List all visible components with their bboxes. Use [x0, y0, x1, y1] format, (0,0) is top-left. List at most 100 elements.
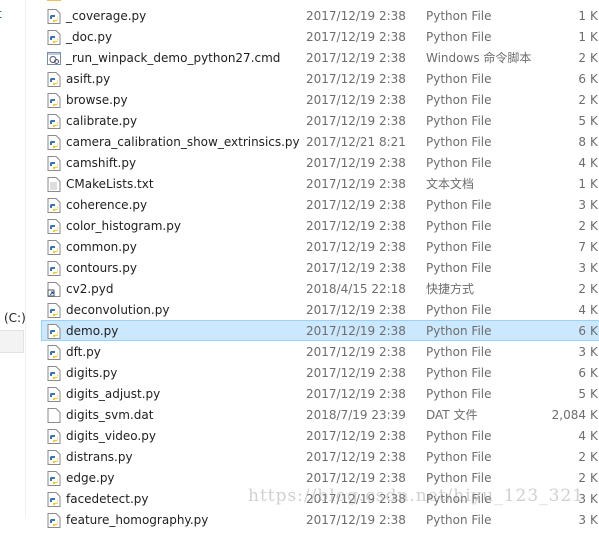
file-row[interactable]: deconvolution.py 2017/12/19 2:38 Python Fi… — [41, 299, 599, 320]
file-size-unit: K — [590, 345, 598, 359]
file-date: 2017/12/19 2:38 — [306, 303, 406, 317]
file-row[interactable]: color_histogram.py 2017/12/19 2:38 Python … — [41, 215, 599, 236]
file-row[interactable]: distrans.py 2017/12/19 2:38 Python File 2 K — [41, 446, 599, 467]
python-file-icon — [47, 198, 61, 213]
file-row[interactable]: facedetect.py 2017/12/19 2:38 Python File 3… — [41, 488, 599, 509]
python-file-icon — [47, 345, 61, 360]
file-row[interactable]: camshift.py 2017/12/19 2:38 Python File 4 K — [41, 152, 599, 173]
file-type: Python File — [426, 492, 492, 506]
file-size: 5 — [578, 114, 586, 128]
file-size-unit: K — [590, 282, 598, 296]
file-date: 2017/12/19 2:38 — [306, 240, 406, 254]
python-file-icon — [47, 492, 61, 507]
file-row[interactable]: common.py 2017/12/19 2:38 Python File 7 K — [41, 236, 599, 257]
nav-item-selected[interactable] — [0, 330, 24, 353]
file-row[interactable]: _run_winpack_demo_python27.cmd 2017/12/19… — [41, 47, 599, 68]
python-file-icon — [47, 135, 61, 150]
file-type: Python File — [426, 513, 492, 527]
file-size: 4 — [578, 156, 586, 170]
file-size-unit: K — [590, 72, 598, 86]
python-file-icon — [47, 471, 61, 486]
file-row[interactable]: feature_homography.py 2017/12/19 2:38 Pyth… — [41, 509, 599, 530]
python-file-icon — [47, 261, 61, 276]
file-row[interactable]: digits.py 2017/12/19 2:38 Python File 6 K — [41, 362, 599, 383]
file-row[interactable]: camera_calibration_show_extrinsics.py 201… — [41, 131, 599, 152]
file-name: feature_homography.py — [66, 513, 209, 527]
file-row[interactable]: asift.py 2017/12/19 2:38 Python File 6 K — [41, 68, 599, 89]
file-date: 2017/12/19 2:38 — [306, 198, 406, 212]
file-type: 文本文档 — [426, 177, 475, 191]
file-name: facedetect.py — [66, 492, 149, 506]
file-date: 2017/12/19 2:38 — [306, 177, 406, 191]
file-size-unit: K — [590, 471, 598, 485]
file-size: 3 — [578, 198, 586, 212]
file-date: 2017/12/19 2:38 — [306, 156, 406, 170]
file-name: camera_calibration_show_extrinsics.py — [66, 135, 300, 149]
file-size: 3 — [578, 513, 586, 527]
file-size: 2,084 — [551, 408, 586, 422]
file-row[interactable]: contours.py 2017/12/19 2:38 Python File 3 K — [41, 257, 599, 278]
file-size-unit: K — [590, 156, 598, 170]
file-size: 2 — [578, 93, 586, 107]
file-name: common.py — [66, 240, 137, 254]
file-date: 2017/12/19 2:38 — [306, 51, 406, 65]
file-size-unit: K — [590, 177, 598, 191]
file-row[interactable]: _coverage.py 2017/12/19 2:38 Python File 1 K — [41, 5, 599, 26]
file-size-unit: K — [590, 114, 598, 128]
file-size: 6 — [578, 366, 586, 380]
file-type: Python File — [426, 9, 492, 23]
file-size: 2 — [578, 450, 586, 464]
file-date: 2018/4/15 22:18 — [306, 282, 406, 296]
file-size: 3 — [578, 261, 586, 275]
file-date: 2017/12/19 2:38 — [306, 513, 406, 527]
file-size: 2 — [578, 471, 586, 485]
navigation-pane: t (C:) — [0, 0, 26, 517]
text-file-icon — [47, 177, 61, 192]
file-type: Python File — [426, 303, 492, 317]
file-type: Python File — [426, 345, 492, 359]
python-file-icon — [47, 324, 61, 339]
file-size: 1 — [578, 9, 586, 23]
file-name: digits.py — [66, 366, 118, 380]
file-size-unit: K — [590, 30, 598, 44]
file-row[interactable]: digits_adjust.py 2017/12/19 2:38 Python Fi… — [41, 383, 599, 404]
file-row[interactable]: CMakeLists.txt 2017/12/19 2:38 文本文档 1 K — [41, 173, 599, 194]
file-date: 2017/12/19 2:38 — [306, 114, 406, 128]
python-file-icon — [47, 9, 61, 24]
file-name: edge.py — [66, 471, 115, 485]
file-row[interactable]: coherence.py 2017/12/19 2:38 Python File 3 K — [41, 194, 599, 215]
file-name: distrans.py — [66, 450, 133, 464]
file-date: 2017/12/19 2:38 — [306, 471, 406, 485]
file-size-unit: K — [590, 135, 598, 149]
file-row[interactable]: cv2.pyd 2018/4/15 22:18 快捷方式 2 K — [41, 278, 599, 299]
file-type: Python File — [426, 261, 492, 275]
file-size-unit: K — [590, 198, 598, 212]
file-type: Python File — [426, 471, 492, 485]
file-date: 2017/12/21 8:21 — [306, 135, 406, 149]
python-file-icon — [47, 72, 61, 87]
python-file-icon — [47, 114, 61, 129]
file-row[interactable]: edge.py 2017/12/19 2:38 Python File 2 K — [41, 467, 599, 488]
file-size-unit: K — [590, 408, 598, 422]
file-size: 7 — [578, 240, 586, 254]
file-date: 2017/12/19 2:38 — [306, 450, 406, 464]
nav-item-drive-c[interactable]: (C:) — [4, 311, 26, 325]
file-size-unit: K — [590, 240, 598, 254]
file-size: 1 — [578, 30, 586, 44]
file-size: 3 — [578, 492, 586, 506]
file-row[interactable]: calibrate.py 2017/12/19 2:38 Python File 5 K — [41, 110, 599, 131]
file-size-unit: K — [590, 513, 598, 527]
file-name: digits_adjust.py — [66, 387, 161, 401]
file-type: Python File — [426, 93, 492, 107]
file-row[interactable]: digits_svm.dat 2018/7/19 23:39 DAT 文件 2,084… — [41, 404, 599, 425]
python-file-icon — [47, 240, 61, 255]
file-size-unit: K — [590, 324, 598, 338]
file-row[interactable]: dft.py 2017/12/19 2:38 Python File 3 K — [41, 341, 599, 362]
file-row[interactable]: digits_video.py 2017/12/19 2:38 Python Fil… — [41, 425, 599, 446]
file-row[interactable]: demo.py 2017/12/19 2:38 Python File 6 K — [41, 320, 599, 341]
file-row[interactable]: browse.py 2017/12/19 2:38 Python File 2 K — [41, 89, 599, 110]
file-row[interactable]: _doc.py 2017/12/19 2:38 Python File 1 K — [41, 26, 599, 47]
file-name: browse.py — [66, 93, 128, 107]
blank-file-icon — [47, 408, 61, 423]
nav-item-partial[interactable]: t — [0, 7, 2, 21]
